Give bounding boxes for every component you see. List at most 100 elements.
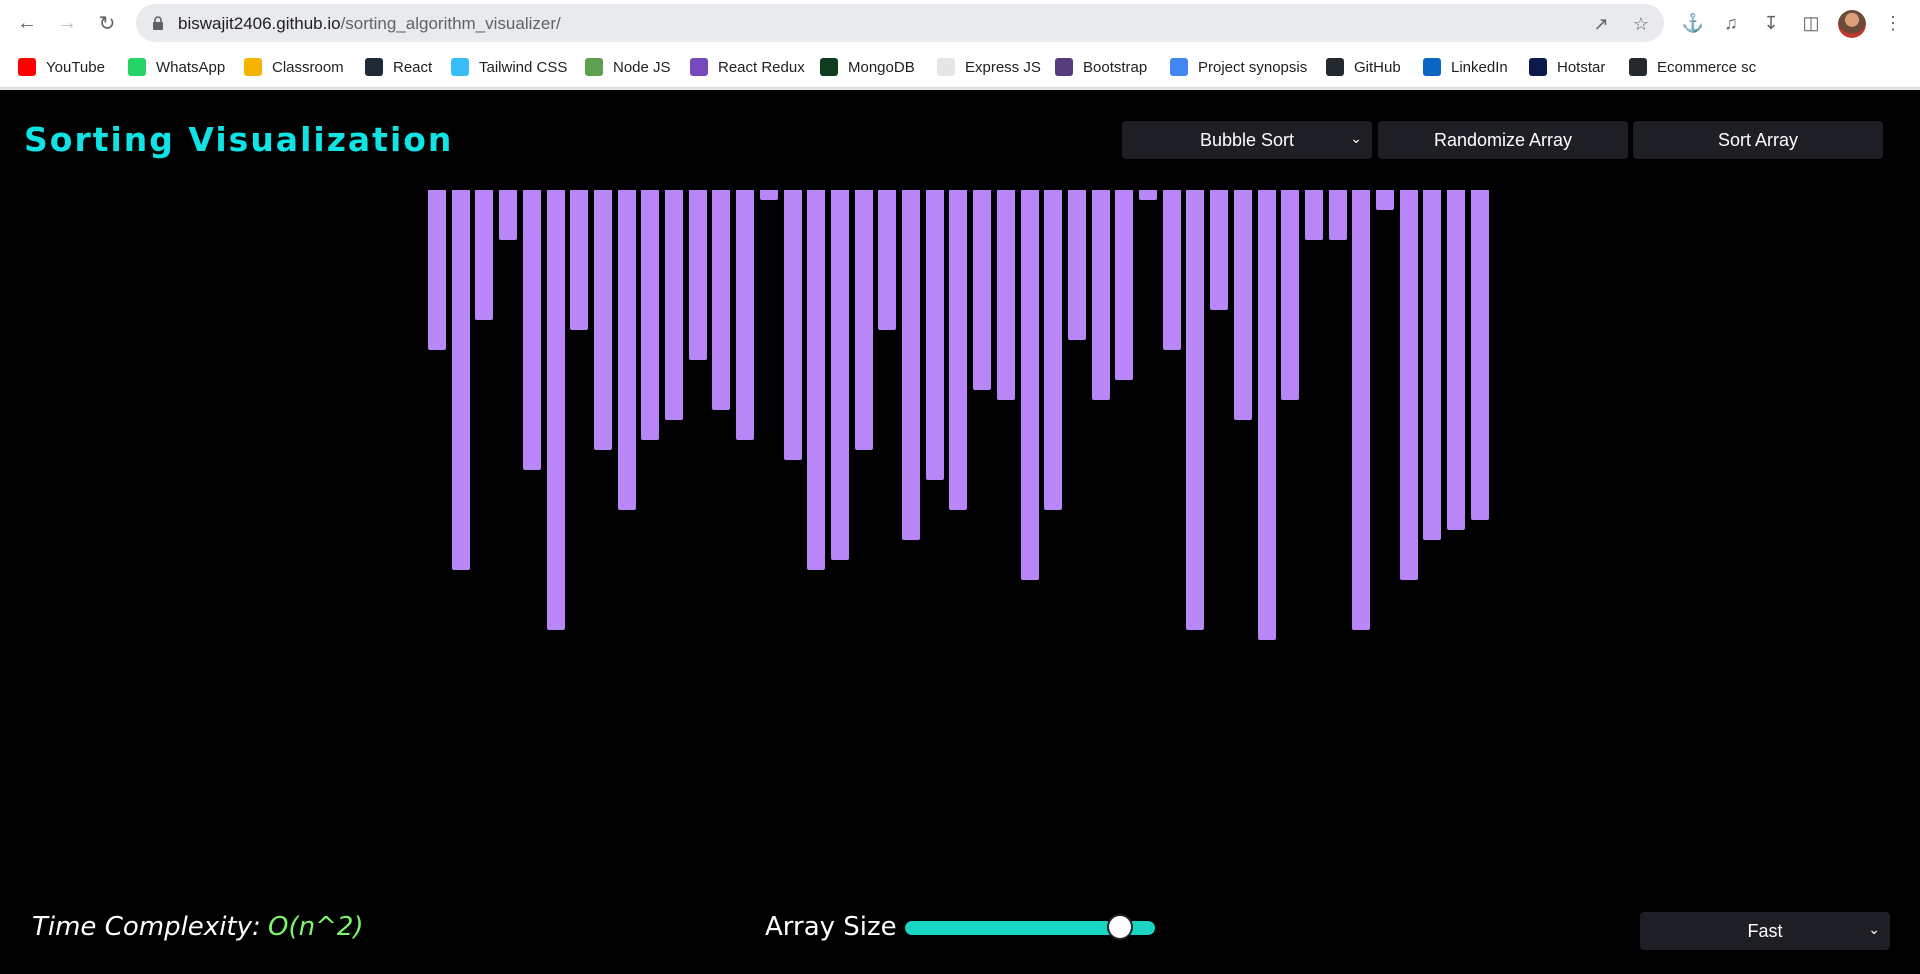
url-path: /sorting_algorithm_visualizer/ xyxy=(340,14,561,33)
array-bar xyxy=(1139,190,1157,200)
bookmark-classroom[interactable]: Classroom xyxy=(244,56,344,78)
hotstar-icon xyxy=(1529,58,1547,76)
bookmark-github[interactable]: GitHub xyxy=(1326,56,1401,78)
array-bar xyxy=(1257,190,1276,640)
array-bar xyxy=(546,190,565,630)
bookmark-label: WhatsApp xyxy=(156,58,226,76)
bookmark-label: MongoDB xyxy=(848,58,915,76)
mongodb-icon xyxy=(820,58,838,76)
lock-icon xyxy=(153,16,163,30)
array-bar xyxy=(1233,190,1252,420)
array-bar xyxy=(1470,190,1489,520)
array-size-slider-thumb[interactable] xyxy=(1107,914,1133,940)
array-bar xyxy=(925,190,944,480)
docs-icon xyxy=(1170,58,1188,76)
speed-select-value: Fast xyxy=(1747,920,1783,941)
classroom-icon xyxy=(244,58,262,76)
app-root: Sorting Visualization Bubble Sort ⌄ Rand… xyxy=(0,90,1920,974)
menu-icon[interactable]: ⋮ xyxy=(1880,10,1906,36)
linkedin-icon xyxy=(1423,58,1441,76)
array-bar xyxy=(1115,190,1134,380)
bookmarks-bar: YouTube WhatsApp Classroom React Tailwind CS… xyxy=(0,46,1920,88)
bookmark-label: Express JS xyxy=(965,58,1041,76)
bookmark-label: Node JS xyxy=(613,58,671,76)
bookmark-ecommerce-sc[interactable]: Ecommerce sc xyxy=(1629,56,1756,78)
array-bar xyxy=(1376,190,1394,210)
array-bar xyxy=(783,190,802,460)
side-panel-icon[interactable]: ◫ xyxy=(1798,10,1824,36)
array-bar xyxy=(1067,190,1086,340)
array-bar xyxy=(1399,190,1418,580)
array-bar xyxy=(996,190,1015,400)
url-text: biswajit2406.github.io/sorting_algorithm… xyxy=(178,14,561,34)
back-icon[interactable]: ← xyxy=(14,10,40,36)
reload-icon[interactable]: ↻ xyxy=(94,10,120,36)
array-bar xyxy=(1210,190,1229,310)
bookmark-react-redux[interactable]: React Redux xyxy=(690,56,805,78)
array-bar xyxy=(973,190,992,390)
extensions-icon[interactable]: ⚓ xyxy=(1680,10,1706,36)
time-complexity-value: O(n^2) xyxy=(268,912,364,942)
bookmark-label: LinkedIn xyxy=(1451,58,1508,76)
bookmark-youtube[interactable]: YouTube xyxy=(18,56,105,78)
bookmark-label: Bootstrap xyxy=(1083,58,1148,76)
media-icon[interactable]: ♫ xyxy=(1718,10,1744,36)
avatar[interactable] xyxy=(1838,10,1866,38)
bookmark-hotstar[interactable]: Hotstar xyxy=(1529,56,1605,78)
array-bar xyxy=(830,190,849,560)
bookmark-label: GitHub xyxy=(1354,58,1401,76)
bookmark-node-js[interactable]: Node JS xyxy=(585,56,671,78)
array-bar xyxy=(1328,190,1347,240)
bookmark-label: Classroom xyxy=(272,58,344,76)
array-bar xyxy=(1281,190,1300,400)
array-bar xyxy=(1091,190,1110,400)
bookmark-project-synopsis[interactable]: Project synopsis xyxy=(1170,56,1307,78)
bookmark-label: Project synopsis xyxy=(1198,58,1308,76)
download-icon[interactable]: ↧ xyxy=(1758,10,1784,36)
array-bar xyxy=(593,190,612,450)
bookmark-whatsapp[interactable]: WhatsApp xyxy=(128,56,225,78)
array-bar xyxy=(759,190,778,200)
whatsapp-icon xyxy=(128,58,146,76)
array-bar xyxy=(475,190,494,320)
array-bar xyxy=(570,190,589,330)
array-bar xyxy=(1423,190,1442,540)
bookmark-express-js[interactable]: Express JS xyxy=(937,56,1041,78)
bookmark-bootstrap[interactable]: Bootstrap xyxy=(1055,56,1147,78)
array-bar xyxy=(1044,190,1063,510)
bootstrap-icon xyxy=(1055,58,1073,76)
bookmark-tailwind-css[interactable]: Tailwind CSS xyxy=(451,56,567,78)
array-bar xyxy=(1447,190,1466,530)
bookmark-react[interactable]: React xyxy=(365,56,432,78)
address-bar[interactable]: biswajit2406.github.io/sorting_algorithm… xyxy=(136,4,1664,42)
github-icon xyxy=(1629,58,1647,76)
redux-icon xyxy=(690,58,708,76)
star-icon[interactable]: ☆ xyxy=(1630,13,1652,35)
bookmark-mongodb[interactable]: MongoDB xyxy=(820,56,915,78)
bookmark-label: Tailwind CSS xyxy=(479,58,568,76)
bookmark-label: React xyxy=(393,58,433,76)
bookmark-label: Ecommerce sc xyxy=(1657,58,1757,76)
array-bar xyxy=(1020,190,1039,580)
bookmark-label: React Redux xyxy=(718,58,805,76)
array-bar xyxy=(1352,190,1371,630)
array-bar xyxy=(499,190,518,240)
speed-select[interactable]: Fast ⌄ xyxy=(1640,912,1890,950)
array-bar xyxy=(1162,190,1181,350)
nodejs-icon xyxy=(585,58,603,76)
share-icon[interactable]: ↗ xyxy=(1590,13,1612,35)
tailwind-icon xyxy=(451,58,469,76)
array-bar xyxy=(949,190,968,510)
array-bar xyxy=(617,190,636,510)
time-complexity-label: Time Complexity: xyxy=(32,912,261,942)
bookmark-linkedin[interactable]: LinkedIn xyxy=(1423,56,1508,78)
forward-icon[interactable]: → xyxy=(54,10,80,36)
bookmark-label: YouTube xyxy=(46,58,105,76)
array-bar xyxy=(1186,190,1205,630)
browser-toolbar: ← → ↻ biswajit2406.github.io/sorting_alg… xyxy=(0,0,1920,46)
array-bar xyxy=(665,190,683,420)
react-icon xyxy=(365,58,383,76)
url-host: biswajit2406.github.io xyxy=(178,14,341,33)
array-bar xyxy=(807,190,826,570)
bar-chart-area xyxy=(0,90,1920,790)
